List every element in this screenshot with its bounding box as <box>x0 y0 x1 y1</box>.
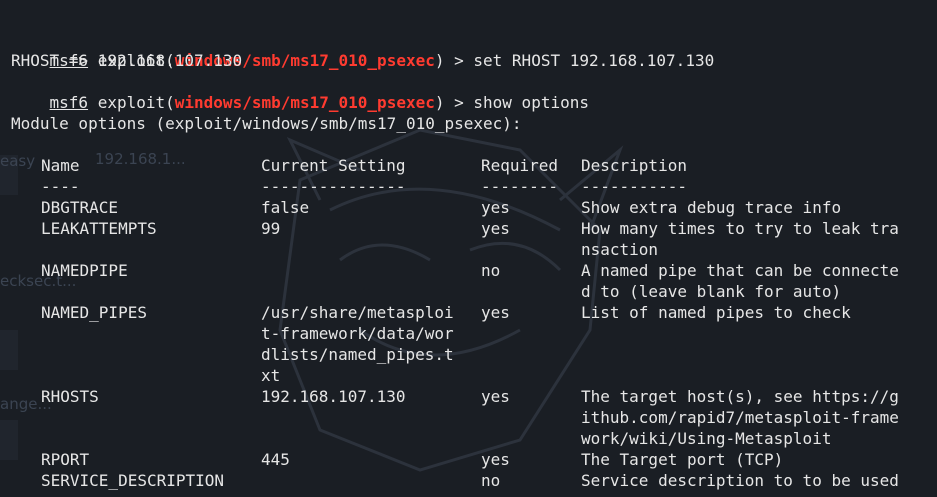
option-setting: false <box>261 198 310 217</box>
header-rule: --------------- <box>261 177 406 196</box>
option-description: List of named pipes to check <box>581 303 851 322</box>
options-table: Name Current Setting Required Descriptio… <box>11 0 931 497</box>
option-description: d to (leave blank for auto) <box>581 282 842 301</box>
option-description: How many times to try to leak tra <box>581 219 899 238</box>
option-description: The target host(s), see https://g <box>581 387 899 406</box>
option-setting: xt <box>261 366 281 385</box>
option-description: The Target port (TCP) <box>581 450 784 469</box>
header-rule: ---- <box>41 177 80 196</box>
option-description: work/wiki/Using-Metasploit <box>581 429 832 448</box>
option-required: no <box>481 471 501 490</box>
option-setting: 445 <box>261 450 290 469</box>
option-name: DBGTRACE <box>41 198 119 217</box>
option-setting: 99 <box>261 219 281 238</box>
option-description: Show extra debug trace info <box>581 198 842 217</box>
option-required: yes <box>481 450 510 469</box>
option-setting: t-framework/data/wor <box>261 324 454 343</box>
option-name: NAMEDPIPE <box>41 261 128 280</box>
column-header-name: Name <box>41 156 80 175</box>
option-name: RHOSTS <box>41 387 99 406</box>
option-description: A named pipe that can be connecte <box>581 261 899 280</box>
option-description: Service description to to be used <box>581 471 899 490</box>
option-description: nsaction <box>581 240 659 259</box>
option-required: yes <box>481 219 510 238</box>
option-name: LEAKATTEMPTS <box>41 219 157 238</box>
option-name: SERVICE_DESCRIPTION <box>41 471 225 490</box>
column-header-description: Description <box>581 156 687 175</box>
option-required: yes <box>481 303 510 322</box>
option-required: yes <box>481 387 510 406</box>
header-rule: ----------- <box>581 177 687 196</box>
option-setting: dlists/named_pipes.t <box>261 345 454 364</box>
option-description: ithub.com/rapid7/metasploit-frame <box>581 408 899 427</box>
option-required: no <box>481 261 501 280</box>
option-name: RPORT <box>41 450 90 469</box>
option-name: NAMED_PIPES <box>41 303 147 322</box>
column-header-required: Required <box>481 156 559 175</box>
column-header-setting: Current Setting <box>261 156 406 175</box>
header-rule: -------- <box>481 177 559 196</box>
option-setting: /usr/share/metasploi <box>261 303 454 322</box>
option-required: yes <box>481 198 510 217</box>
option-setting: 192.168.107.130 <box>261 387 406 406</box>
